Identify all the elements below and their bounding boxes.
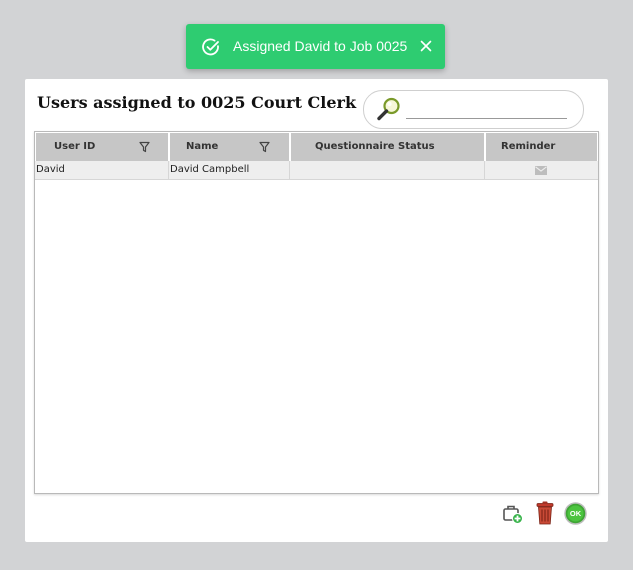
column-label: Reminder bbox=[501, 141, 556, 152]
search-box bbox=[363, 90, 584, 129]
ok-icon[interactable]: OK bbox=[564, 502, 587, 525]
page-title: Users assigned to 0025 Court Clerk bbox=[37, 93, 357, 112]
toast-message: Assigned David to Job 0025 bbox=[233, 38, 408, 54]
column-label: Name bbox=[186, 141, 219, 152]
close-icon[interactable] bbox=[418, 38, 434, 54]
search-input[interactable] bbox=[406, 100, 567, 119]
users-table: User ID Name Questionnaire Status Remind… bbox=[34, 131, 599, 494]
filter-icon[interactable] bbox=[259, 141, 270, 153]
filter-icon[interactable] bbox=[139, 141, 150, 153]
assigned-users-panel: Users assigned to 0025 Court Clerk User … bbox=[25, 79, 608, 542]
table-row[interactable]: David David Campbell bbox=[35, 161, 598, 180]
column-label: Questionnaire Status bbox=[315, 141, 435, 152]
svg-text:OK: OK bbox=[570, 509, 582, 518]
cell-user-id: David bbox=[36, 164, 65, 175]
mail-icon[interactable] bbox=[535, 166, 547, 175]
add-job-icon[interactable] bbox=[502, 503, 524, 525]
column-label: User ID bbox=[54, 141, 96, 152]
search-icon[interactable] bbox=[376, 96, 402, 122]
table-header: User ID Name Questionnaire Status Remind… bbox=[35, 132, 598, 161]
column-header-name[interactable]: Name bbox=[170, 133, 289, 161]
toast-notification: Assigned David to Job 0025 bbox=[186, 24, 445, 69]
column-header-user-id[interactable]: User ID bbox=[36, 133, 168, 161]
column-header-questionnaire-status[interactable]: Questionnaire Status bbox=[291, 133, 484, 161]
trash-icon[interactable] bbox=[534, 501, 556, 525]
check-circle-icon bbox=[202, 38, 219, 56]
cell-name: David Campbell bbox=[170, 164, 250, 175]
column-header-reminder[interactable]: Reminder bbox=[486, 133, 597, 161]
